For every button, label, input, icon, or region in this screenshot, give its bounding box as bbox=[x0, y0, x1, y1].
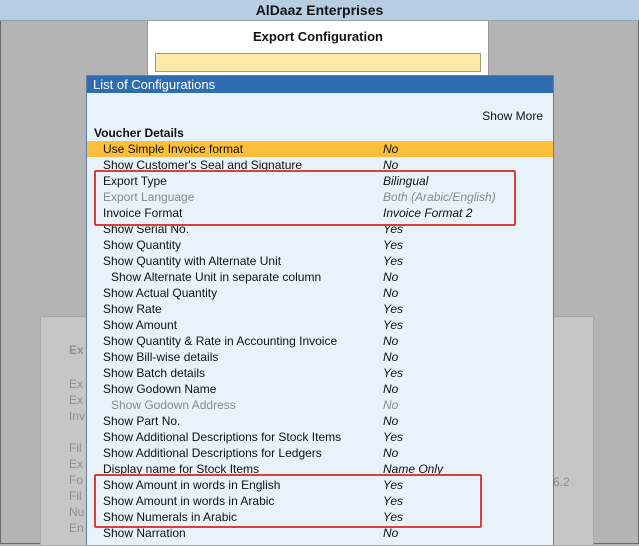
configurations-header: List of Configurations bbox=[87, 76, 553, 93]
config-row-show-batch-details[interactable]: Show Batch details Yes bbox=[87, 365, 553, 381]
background-label: 6.2 bbox=[553, 475, 570, 489]
show-more-button[interactable]: Show More bbox=[482, 109, 543, 123]
config-row-label: Show Additional Descriptions for Stock I… bbox=[103, 430, 342, 444]
background-label: En bbox=[69, 521, 84, 535]
config-row-label: Show Godown Address bbox=[111, 398, 236, 412]
config-row-show-bill-wise-details[interactable]: Show Bill-wise details No bbox=[87, 349, 553, 365]
export-configuration-panel: Export Configuration bbox=[147, 21, 489, 81]
background-label: Ex bbox=[69, 377, 84, 391]
config-row-label: Show Quantity bbox=[103, 238, 182, 252]
config-row-value: No bbox=[383, 334, 399, 348]
export-configuration-input[interactable] bbox=[155, 53, 481, 72]
config-row-value: No bbox=[383, 350, 399, 364]
config-row-alternate-unit-separate-column[interactable]: Show Alternate Unit in separate column No bbox=[87, 269, 553, 285]
config-row-value: No bbox=[383, 414, 399, 428]
config-row-value: No bbox=[383, 286, 399, 300]
background-label: Fil bbox=[69, 441, 82, 455]
config-row-quantity-rate-accounting-invoice[interactable]: Show Quantity & Rate in Accounting Invoi… bbox=[87, 333, 553, 349]
config-row-value: No bbox=[383, 398, 399, 412]
config-row-value: No bbox=[383, 270, 399, 284]
config-row-label: Show Alternate Unit in separate column bbox=[111, 270, 322, 284]
config-row-additional-descriptions-ledgers[interactable]: Show Additional Descriptions for Ledgers… bbox=[87, 445, 553, 461]
config-row-label: Show Additional Descriptions for Ledgers bbox=[103, 446, 322, 460]
config-row-label: Show Part No. bbox=[103, 414, 181, 428]
highlight-box-export-settings bbox=[94, 170, 516, 226]
background-label: Nu bbox=[69, 505, 85, 519]
config-row-show-godown-name[interactable]: Show Godown Name No bbox=[87, 381, 553, 397]
export-configuration-title: Export Configuration bbox=[253, 29, 383, 44]
config-row-additional-descriptions-stock-items[interactable]: Show Additional Descriptions for Stock I… bbox=[87, 429, 553, 445]
config-row-value: Yes bbox=[383, 254, 404, 268]
config-row-label: Show Bill-wise details bbox=[103, 350, 219, 364]
config-row-label: Show Amount bbox=[103, 318, 178, 332]
background-label: Inv bbox=[69, 409, 86, 423]
highlight-box-arabic-settings bbox=[94, 474, 482, 528]
background-label: Fil bbox=[69, 489, 82, 503]
background-label: Ex bbox=[69, 457, 84, 471]
config-row-label: Show Godown Name bbox=[103, 382, 217, 396]
config-row-label: Show Quantity with Alternate Unit bbox=[103, 254, 282, 268]
config-row-label: Use Simple Invoice format bbox=[103, 142, 244, 156]
voucher-details-heading: Voucher Details bbox=[94, 126, 184, 140]
background-label: Fo bbox=[69, 473, 84, 487]
config-row-value: Yes bbox=[383, 366, 404, 380]
config-row-label: Show Rate bbox=[103, 302, 162, 316]
company-title-bar: AlDaaz Enterprises bbox=[0, 0, 639, 21]
config-row-value: Yes bbox=[383, 238, 404, 252]
config-row-label: Show Batch details bbox=[103, 366, 206, 380]
config-row-value: No bbox=[383, 446, 399, 460]
config-row-label: Show Quantity & Rate in Accounting Invoi… bbox=[103, 334, 338, 348]
config-row-show-quantity[interactable]: Show Quantity Yes bbox=[87, 237, 553, 253]
background-label: Ex bbox=[69, 393, 84, 407]
background-label: Ex bbox=[69, 343, 84, 357]
config-row-value: Yes bbox=[383, 302, 404, 316]
config-row-show-amount[interactable]: Show Amount Yes bbox=[87, 317, 553, 333]
config-row-value: No bbox=[383, 382, 399, 396]
config-row-show-part-no[interactable]: Show Part No. No bbox=[87, 413, 553, 429]
config-row-show-actual-quantity[interactable]: Show Actual Quantity No bbox=[87, 285, 553, 301]
config-row-value: Yes bbox=[383, 430, 404, 444]
config-row-value: No bbox=[383, 142, 399, 156]
config-row-label: Show Actual Quantity bbox=[103, 286, 218, 300]
config-row-use-simple-invoice-format[interactable]: Use Simple Invoice format No bbox=[87, 141, 553, 157]
config-row-show-quantity-alternate-unit[interactable]: Show Quantity with Alternate Unit Yes bbox=[87, 253, 553, 269]
config-row-show-rate[interactable]: Show Rate Yes bbox=[87, 301, 553, 317]
config-row-show-godown-address: Show Godown Address No bbox=[87, 397, 553, 413]
config-row-value: Yes bbox=[383, 318, 404, 332]
